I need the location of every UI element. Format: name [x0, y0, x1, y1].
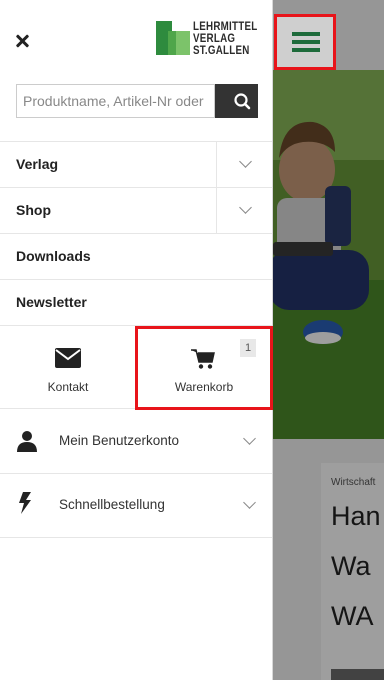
search-button[interactable]	[215, 84, 258, 118]
nav-item-label: Downloads	[16, 248, 91, 264]
search-form	[16, 84, 258, 118]
logo-mark-icon	[156, 21, 190, 55]
quickorder-label: Schnellbestellung	[59, 497, 165, 512]
nav-expand-toggle[interactable]	[216, 142, 273, 187]
chevron-down-icon	[243, 496, 256, 509]
contact-link[interactable]: Kontakt	[0, 322, 136, 408]
envelope-icon	[55, 348, 81, 368]
hamburger-bar	[292, 48, 320, 52]
search-icon	[234, 93, 251, 110]
mobile-nav-drawer: LEHRMITTEL VERLAG ST.GALLEN Verlag Shop	[0, 0, 273, 680]
chevron-down-icon	[239, 155, 252, 168]
hamburger-bar	[292, 32, 320, 36]
hamburger-bar	[292, 40, 320, 44]
logo-line: ST.GALLEN	[193, 45, 250, 57]
search-input[interactable]	[16, 84, 215, 118]
user-icon	[17, 431, 37, 452]
nav-item-label: Shop	[16, 202, 51, 218]
nav-item-verlag[interactable]: Verlag	[0, 141, 272, 187]
page-background: Wirtschaft Han Wa WA	[273, 0, 384, 680]
nav-item-label: Newsletter	[16, 294, 87, 310]
main-nav: Verlag Shop Downloads Newsletter	[0, 141, 272, 326]
account-menu[interactable]: Mein Benutzerkonto	[0, 409, 272, 474]
logo-text: LEHRMITTEL VERLAG ST.GALLEN	[193, 21, 269, 57]
nav-expand-toggle[interactable]	[216, 188, 273, 233]
logo-line: LEHRMITTEL	[193, 21, 258, 33]
nav-item-shop[interactable]: Shop	[0, 187, 272, 233]
nav-item-newsletter[interactable]: Newsletter	[0, 279, 272, 326]
chevron-down-icon	[239, 201, 252, 214]
nav-item-downloads[interactable]: Downloads	[0, 233, 272, 279]
menu-toggle-button[interactable]	[274, 14, 336, 70]
lightning-icon	[19, 492, 31, 514]
contact-label: Kontakt	[47, 380, 89, 394]
quickorder-menu[interactable]: Schnellbestellung	[0, 473, 272, 538]
nav-item-label: Verlag	[16, 156, 59, 172]
dim-overlay[interactable]	[273, 0, 384, 680]
cart-highlight-box	[135, 326, 273, 410]
close-icon[interactable]	[14, 33, 30, 49]
account-label: Mein Benutzerkonto	[59, 433, 180, 448]
chevron-down-icon	[243, 432, 256, 445]
logo[interactable]: LEHRMITTEL VERLAG ST.GALLEN	[156, 19, 268, 65]
logo-line: VERLAG	[193, 33, 236, 45]
